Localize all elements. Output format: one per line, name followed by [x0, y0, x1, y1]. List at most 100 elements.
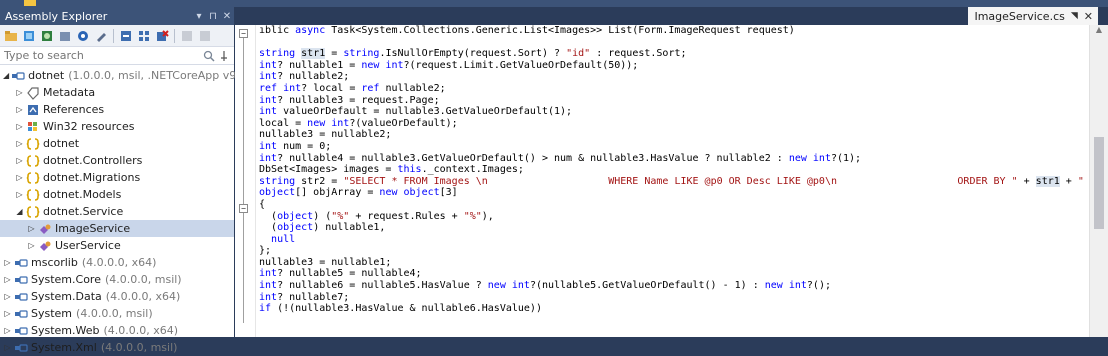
tab-label: ImageService.cs: [974, 9, 1065, 23]
pin-tab-icon[interactable]: ◥: [1071, 11, 1078, 21]
expand-arrow-icon[interactable]: ▷: [27, 241, 36, 250]
code-area[interactable]: − − ıblic async Task<System.Collections.…: [235, 25, 1090, 337]
tree-node[interactable]: ▷ Win32 resources: [0, 118, 234, 135]
code-line: ref int? local = ref nullable2;: [259, 83, 1090, 95]
decompile-icon[interactable]: [75, 28, 91, 44]
code-token: ? nullable3 = request.Page;: [277, 94, 440, 106]
code-keyword: ref: [361, 82, 386, 94]
close-tab-icon[interactable]: ✕: [1084, 10, 1093, 23]
scrollbar-thumb[interactable]: [1094, 137, 1104, 229]
expand-arrow-icon[interactable]: ▷: [3, 275, 12, 284]
assembly-explorer-panel: Assembly Explorer ▾ ⊓ ✕ ◢dotnet(1.0.0.0,…: [0, 7, 251, 354]
tree-node[interactable]: ◢ dotnet (1.0.0.0, msil, .NETCoreApp v9.0): [0, 67, 251, 84]
disabled-tool-icon[interactable]: [179, 28, 195, 44]
code-keyword: object: [403, 187, 440, 199]
class-icon: [38, 239, 52, 253]
tree-node[interactable]: ▷ References: [0, 101, 234, 118]
settings-icon[interactable]: [93, 28, 109, 44]
expand-arrow-icon[interactable]: ▷: [15, 88, 24, 97]
grid-icon[interactable]: [136, 28, 152, 44]
code-token: str2 =: [301, 175, 344, 187]
tree-node-version: (4.0.0.0, msil): [76, 307, 153, 320]
tree-node-label: Win32 resources: [43, 120, 135, 133]
tree-node-label: dotnet.Models: [43, 188, 122, 201]
disabled-tool-icon[interactable]: [197, 28, 213, 44]
tree-node[interactable]: ▷ ImageService: [0, 220, 234, 237]
code-line: int? nullable2;: [259, 71, 1090, 83]
tree-node[interactable]: ▷ System.Data (4.0.0.0, x64): [0, 288, 234, 305]
code-line: int? nullable7;: [259, 292, 1090, 304]
open-folder-icon[interactable]: [57, 28, 73, 44]
collapse-all-icon[interactable]: [118, 28, 134, 44]
tree-node-version: (4.0.0.0, msil): [100, 341, 178, 354]
tree-node[interactable]: ▷ dotnet.Migrations: [0, 169, 234, 186]
collapse-method-icon[interactable]: −: [239, 29, 248, 38]
code-token: num = 0;: [283, 140, 332, 152]
panel-close-icon[interactable]: ✕: [220, 11, 234, 22]
tree-node[interactable]: ▷ UserService: [0, 237, 234, 254]
code-token: ?();: [806, 280, 831, 292]
code-keyword: int: [259, 59, 278, 71]
code-keyword: int: [259, 268, 278, 280]
search-options-icon[interactable]: [203, 50, 215, 62]
tree-node[interactable]: ▷ dotnet.Controllers: [0, 152, 234, 169]
code-lines: ıblic async Task<System.Collections.Gene…: [259, 25, 1090, 337]
collapse-arrow-icon[interactable]: ◢: [3, 71, 9, 80]
expand-arrow-icon[interactable]: ▷: [15, 122, 24, 131]
tree-node[interactable]: ▷ Metadata: [0, 84, 234, 101]
code-keyword: new: [307, 117, 332, 129]
code-line: if (!(nullable3.HasValue & nullable6.Has…: [259, 303, 1090, 315]
tree-node[interactable]: ▷ System.Xml (4.0.0.0, msil): [0, 339, 234, 356]
pin-icon[interactable]: [218, 50, 230, 62]
open-icon[interactable]: [3, 28, 19, 44]
expand-arrow-icon[interactable]: ▷: [3, 326, 12, 335]
remove-icon[interactable]: [154, 28, 170, 44]
tree-node[interactable]: ▷ dotnet: [0, 135, 234, 152]
code-token: +: [1059, 175, 1078, 187]
code-line: int? nullable1 = new int?(request.Limit.…: [259, 60, 1090, 72]
expand-arrow-icon[interactable]: ▷: [3, 309, 12, 318]
tree-node-label: System.Web: [31, 324, 100, 337]
tree-node-version: (4.0.0.0, x64): [105, 290, 181, 303]
tab-imageservice[interactable]: ImageService.cs ◥ ✕: [968, 7, 1098, 25]
tree-node[interactable]: ▷ dotnet.Models: [0, 186, 234, 203]
code-token: .IsNullOrEmpty(request.Sort) ?: [379, 48, 567, 60]
open-from-gac-icon[interactable]: [21, 28, 37, 44]
collapse-arrow-icon[interactable]: ◢: [15, 207, 24, 216]
panel-menu-icon[interactable]: ▾: [192, 11, 206, 22]
code-line: int? nullable4 = nullable3.GetValueOrDef…: [259, 153, 1090, 165]
expand-arrow-icon[interactable]: ▷: [27, 224, 36, 233]
expand-arrow-icon[interactable]: ▷: [3, 292, 12, 301]
tree-node[interactable]: ▷ System (4.0.0.0, msil): [0, 305, 234, 322]
expand-arrow-icon[interactable]: ▷: [15, 139, 24, 148]
expand-arrow-icon[interactable]: ▷: [15, 173, 24, 182]
tree-node[interactable]: ▷ System.Core (4.0.0.0, msil): [0, 271, 234, 288]
expand-arrow-icon[interactable]: ▷: [3, 343, 12, 352]
vertical-scrollbar[interactable]: ▲: [1089, 25, 1108, 337]
expand-arrow-icon[interactable]: ▷: [15, 190, 24, 199]
code-keyword: object: [277, 210, 314, 222]
code-keyword: int: [331, 117, 350, 129]
code-token: };: [259, 245, 272, 257]
tree-node-label: System.Data: [31, 290, 102, 303]
scroll-up-icon[interactable]: ▲: [1090, 25, 1108, 39]
expand-arrow-icon[interactable]: ▷: [15, 105, 24, 114]
collapse-block-icon[interactable]: −: [239, 204, 248, 213]
search-input[interactable]: [4, 49, 200, 62]
code-token: ? local =: [301, 82, 362, 94]
expand-arrow-icon[interactable]: ▷: [3, 258, 12, 267]
panel-pin-icon[interactable]: ⊓: [206, 11, 220, 22]
tree-node[interactable]: ▷ System.Web (4.0.0.0, x64): [0, 322, 234, 339]
code-keyword: new: [764, 280, 789, 292]
expand-arrow-icon[interactable]: ▷: [15, 156, 24, 165]
code-string: "id": [566, 48, 591, 60]
tree-node-label: dotnet: [28, 69, 65, 82]
code-token: ),: [481, 210, 494, 222]
code-line: string str1 = string.IsNullOrEmpty(reque…: [259, 48, 1090, 60]
open-nuget-icon[interactable]: [39, 28, 55, 44]
tree-node[interactable]: ◢ dotnet.Service: [0, 203, 234, 220]
assembly-icon: [14, 324, 28, 338]
tree-node[interactable]: ▷ mscorlib (4.0.0.0, x64): [0, 254, 234, 271]
code-line: int valueOrDefault = nullable3.GetValueO…: [259, 106, 1090, 118]
tree-node-label: dotnet: [43, 137, 80, 150]
